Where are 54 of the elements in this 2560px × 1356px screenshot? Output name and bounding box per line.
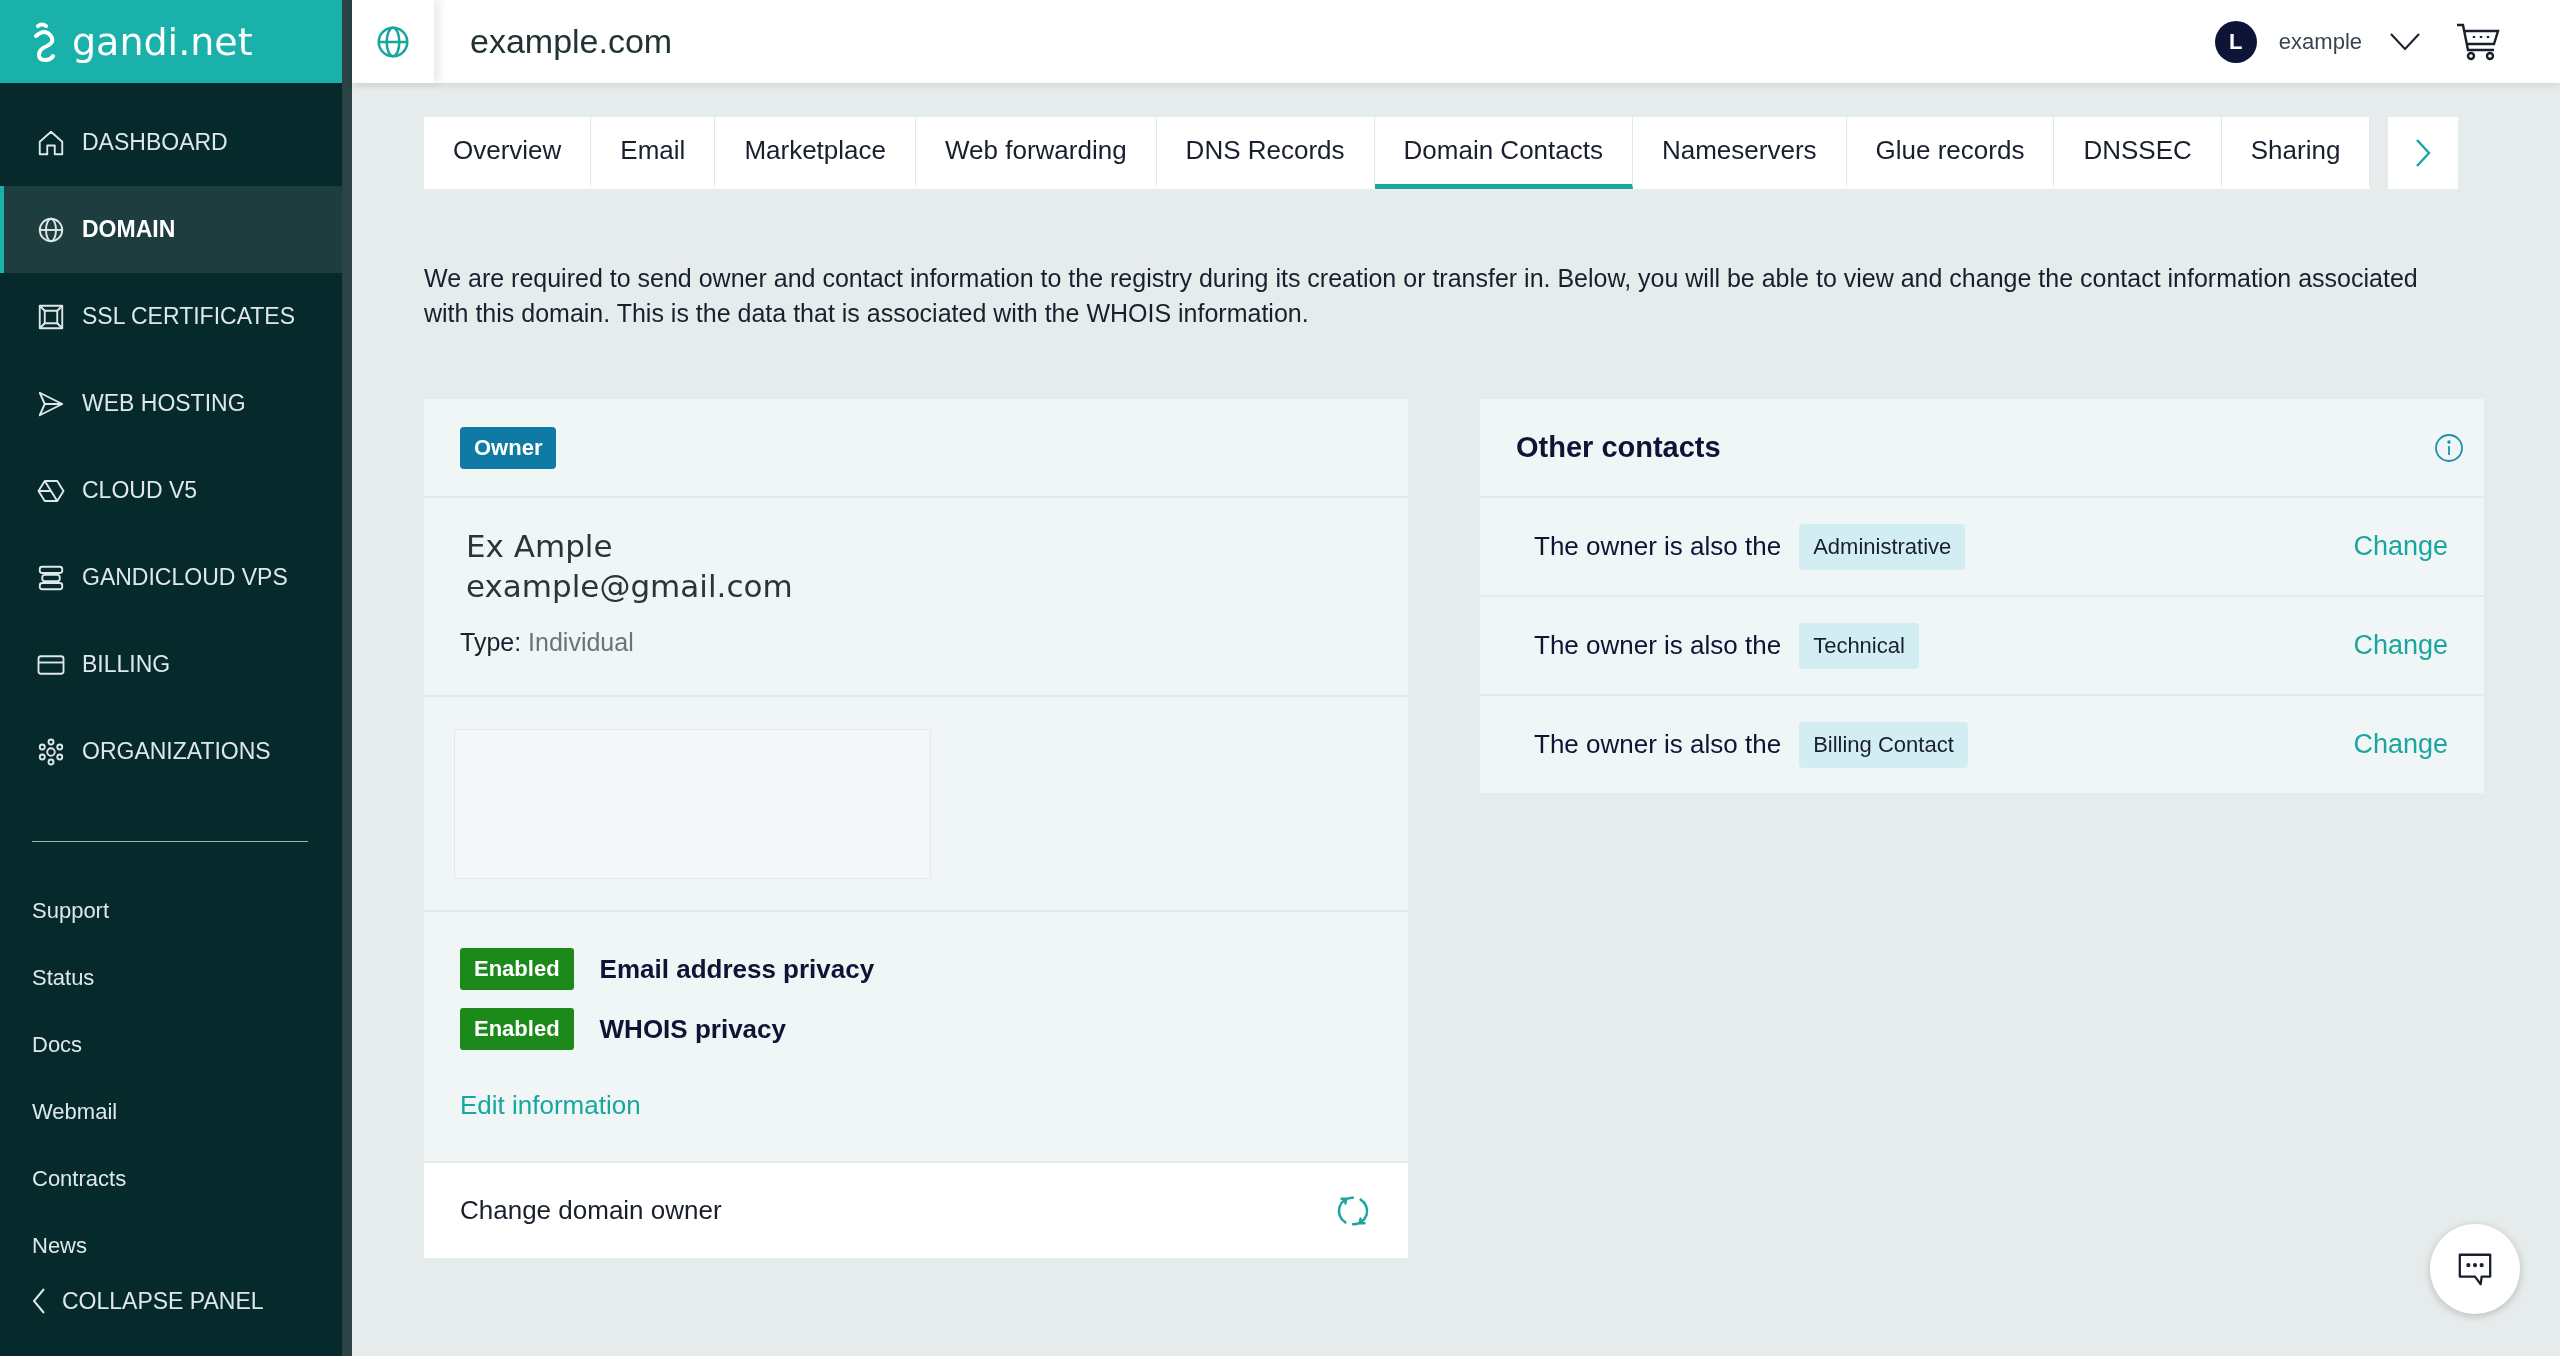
sidebar-item[interactable]: DASHBOARD	[0, 99, 342, 186]
owner-type: Type: Individual	[460, 628, 634, 657]
sidebar-link[interactable]: Docs	[32, 1032, 83, 1058]
sidebar-link[interactable]: Contracts	[32, 1166, 127, 1192]
role-tag: Technical	[1799, 622, 1919, 669]
card-title: Other contacts	[1516, 431, 1721, 464]
tab[interactable]: Glue records	[1846, 117, 2055, 189]
status-tag: Enabled	[460, 1008, 574, 1050]
tab[interactable]: Marketplace	[715, 117, 916, 189]
sidebar-item[interactable]: BILLING	[0, 621, 342, 708]
owner-email: example@gmail.com	[466, 567, 793, 606]
sidebar-link[interactable]: Support	[32, 898, 110, 924]
tab[interactable]: Sharing	[2221, 117, 2371, 189]
owner-name: Ex Ample	[466, 527, 613, 566]
tab[interactable]: Nameservers	[1632, 117, 1847, 189]
sidebar-item[interactable]: WEB HOSTING	[0, 360, 342, 447]
tab[interactable]: Web forwarding	[916, 117, 1157, 189]
privacy-label: WHOIS privacy	[599, 1013, 786, 1045]
chevron-right-icon	[2415, 138, 2432, 168]
contact-text: The owner is also the	[1534, 729, 1782, 760]
tab[interactable]: DNSSEC	[2054, 117, 2222, 189]
change-owner-row[interactable]: Change domain owner	[424, 1163, 1408, 1258]
chevron-left-icon	[32, 1287, 46, 1315]
sidebar-item[interactable]: DOMAIN	[0, 186, 342, 273]
role-tag: Billing Contact	[1799, 721, 1968, 768]
sidebar-item[interactable]: ORGANIZATIONS	[0, 708, 342, 795]
sidebar-item[interactable]: SSL CERTIFICATES	[0, 273, 342, 360]
user-avatar[interactable]: L	[2214, 20, 2257, 63]
change-owner-label: Change domain owner	[460, 1195, 722, 1226]
user-name[interactable]: example	[2278, 28, 2362, 55]
sidebar-link[interactable]: Status	[32, 965, 95, 991]
role-tag: Administrative	[1799, 523, 1966, 570]
sidebar-link[interactable]: Webmail	[32, 1099, 118, 1125]
contact-text: The owner is also the	[1534, 531, 1782, 562]
tab[interactable]: DNS Records	[1156, 117, 1375, 189]
info-icon[interactable]	[2434, 432, 2464, 463]
contact-text: The owner is also the	[1534, 630, 1782, 661]
privacy-label: Email address privacy	[599, 953, 875, 985]
status-tag: Enabled	[460, 948, 574, 990]
sidebar-item[interactable]: GANDICLOUD VPS	[0, 534, 342, 621]
tab[interactable]: Email	[591, 117, 716, 189]
sidebar-item[interactable]: CLOUD V5	[0, 447, 342, 534]
tab[interactable]: Domain Contacts	[1374, 117, 1633, 189]
cart-icon[interactable]	[2456, 21, 2500, 62]
description-text: We are required to send owner and contact information to the registry during its creation or transfer in. Below, you will be able to view and change the contact information associated with this domain. This is the data that is associated with the WHOIS information.	[424, 263, 2419, 329]
domain-title: example.com	[470, 22, 673, 61]
brand-name: gandi.net	[72, 19, 253, 64]
tab[interactable]: Overview	[424, 117, 592, 189]
chat-button[interactable]	[2430, 1224, 2520, 1314]
network-icon	[36, 736, 66, 767]
dropdown-chevron-icon[interactable]	[2390, 32, 2420, 51]
owner-tag: Owner	[460, 426, 557, 469]
collapse-panel-button[interactable]: COLLAPSE PANEL	[0, 1287, 342, 1315]
sidebar-link[interactable]: News	[32, 1233, 87, 1259]
